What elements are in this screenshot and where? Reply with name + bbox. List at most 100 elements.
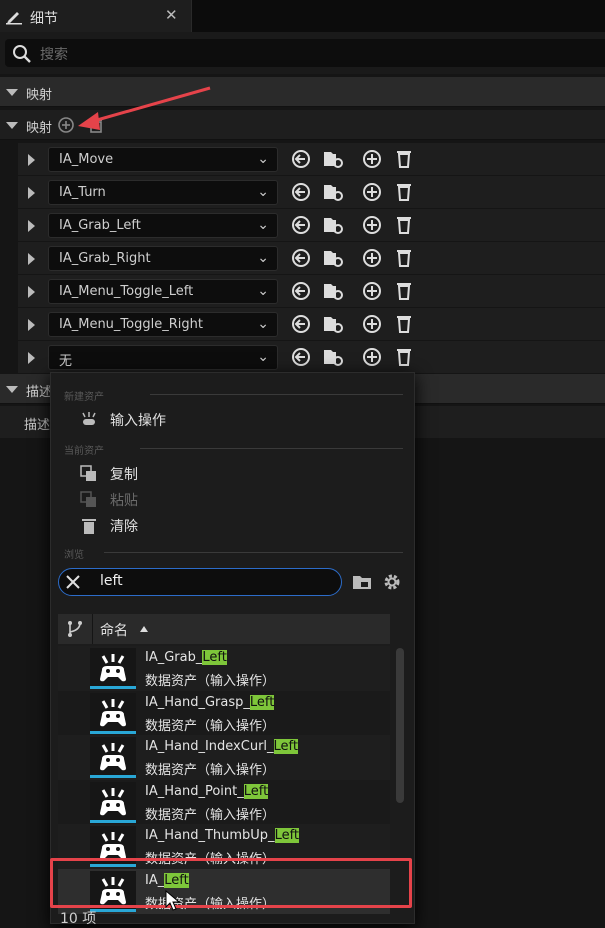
delete-icon[interactable] (393, 313, 415, 335)
chevron-down-icon: ⌄ (257, 316, 269, 332)
chevron-down-icon: ⌄ (257, 184, 269, 200)
delete-icon[interactable] (393, 148, 415, 170)
divider (92, 614, 93, 644)
asset-name-match: Left (202, 650, 227, 665)
browse-folder-icon[interactable] (322, 181, 344, 203)
scrollbar[interactable] (396, 648, 404, 803)
new-asset-header: 新建资产 (64, 392, 104, 403)
asset-list-item[interactable]: IA_Hand_Grasp_Left 数据资产（输入操作） (58, 690, 390, 736)
insert-icon[interactable] (361, 313, 383, 335)
browse-folder-icon[interactable] (322, 148, 344, 170)
folder-icon[interactable] (352, 573, 372, 591)
input-action-dropdown[interactable]: IA_Grab_Right ⌄ (48, 246, 278, 271)
expand-arrow-icon[interactable] (28, 187, 35, 199)
dropdown-value: IA_Menu_Toggle_Left (59, 284, 194, 299)
annotation-arrow (78, 86, 211, 130)
insert-icon[interactable] (361, 280, 383, 302)
search-input[interactable] (5, 39, 605, 67)
use-selected-icon[interactable] (290, 148, 312, 170)
new-input-action-item[interactable]: 输入操作 (60, 406, 400, 432)
browse-folder-icon[interactable] (322, 247, 344, 269)
insert-icon[interactable] (361, 346, 383, 368)
branch-icon[interactable] (66, 620, 84, 638)
insert-icon[interactable] (361, 214, 383, 236)
item-count: 10 项 (60, 911, 97, 927)
trash-icon (82, 519, 96, 534)
asset-list-item[interactable]: IA_Hand_Point_Left 数据资产（输入操作） (58, 779, 390, 825)
asset-name-prefix: IA_Hand_Grasp_ (145, 694, 250, 710)
gear-icon[interactable] (382, 572, 402, 592)
browse-folder-icon[interactable] (322, 280, 344, 302)
mapping-row: IA_Menu_Toggle_Right ⌄ (18, 308, 605, 341)
expand-arrow-icon[interactable] (28, 286, 35, 298)
paste-label: 粘贴 (110, 493, 138, 509)
expand-arrow-icon[interactable] (28, 220, 35, 232)
gamepad-icon (100, 743, 126, 771)
divider (150, 394, 403, 395)
input-action-dropdown[interactable]: IA_Move ⌄ (48, 147, 278, 172)
tab-title: 细节 (30, 11, 58, 27)
dropdown-value: 无 (59, 354, 73, 369)
delete-icon[interactable] (393, 346, 415, 368)
chevron-down-icon: ⌄ (257, 250, 269, 266)
asset-type: 数据资产（输入操作） (145, 718, 276, 734)
asset-name-prefix: IA_Hand_ThumbUp_ (145, 828, 275, 843)
delete-icon[interactable] (393, 214, 415, 236)
column-name-header[interactable]: 命名 (100, 620, 128, 640)
asset-type-bar (90, 730, 136, 734)
divider (104, 552, 403, 553)
browse-folder-icon[interactable] (322, 313, 344, 335)
asset-name: IA_Hand_IndexCurl_Left (145, 739, 298, 754)
use-selected-icon[interactable] (290, 313, 312, 335)
input-action-dropdown[interactable]: IA_Turn ⌄ (48, 180, 278, 205)
asset-name-match: Left (249, 694, 275, 710)
use-selected-icon[interactable] (290, 280, 312, 302)
expand-arrow-icon[interactable] (28, 253, 35, 265)
asset-type-bar (90, 908, 136, 912)
tab-details[interactable]: 细节 ✕ (0, 0, 192, 32)
gamepad-icon (100, 654, 126, 682)
asset-name: IA_Grab_Left (145, 650, 227, 665)
clear-item[interactable]: 清除 (60, 512, 400, 538)
use-selected-icon[interactable] (290, 247, 312, 269)
browse-folder-icon[interactable] (322, 214, 344, 236)
use-selected-icon[interactable] (290, 346, 312, 368)
dropdown-value: IA_Grab_Left (59, 218, 141, 233)
clear-label: 清除 (110, 519, 138, 535)
chevron-down-icon: ⌄ (257, 151, 269, 167)
dropdown-value: IA_Move (59, 152, 114, 167)
input-action-dropdown[interactable]: 无 ⌄ (48, 345, 278, 370)
browse-header: 浏览 (64, 550, 84, 561)
expand-arrow-icon[interactable] (28, 319, 35, 331)
section-description-label: 描述 (26, 385, 53, 400)
expand-arrow-icon[interactable] (28, 352, 35, 364)
gamepad-icon (100, 698, 126, 726)
insert-icon[interactable] (361, 181, 383, 203)
close-icon[interactable]: ✕ (165, 6, 178, 24)
mappings-label: 映射 (26, 121, 53, 136)
asset-name-prefix: IA_Hand_Point_ (145, 783, 244, 799)
mapping-row: IA_Turn ⌄ (18, 176, 605, 209)
insert-icon[interactable] (361, 148, 383, 170)
dropdown-value: IA_Grab_Right (59, 251, 151, 266)
input-action-dropdown[interactable]: IA_Menu_Toggle_Right ⌄ (48, 312, 278, 337)
use-selected-icon[interactable] (290, 181, 312, 203)
input-action-dropdown[interactable]: IA_Grab_Left ⌄ (48, 213, 278, 238)
insert-icon[interactable] (361, 247, 383, 269)
use-selected-icon[interactable] (290, 214, 312, 236)
copy-item[interactable]: 复制 (60, 460, 400, 486)
asset-name: IA_Hand_ThumbUp_Left (145, 828, 300, 843)
delete-icon[interactable] (393, 280, 415, 302)
input-action-dropdown[interactable]: IA_Menu_Toggle_Left ⌄ (48, 279, 278, 304)
expand-arrow-icon[interactable] (28, 154, 35, 166)
mapping-row: IA_Grab_Left ⌄ (18, 209, 605, 242)
asset-list-item[interactable]: IA_Hand_IndexCurl_Left 数据资产（输入操作） (58, 735, 390, 780)
asset-type-bar (90, 686, 136, 689)
delete-icon[interactable] (393, 247, 415, 269)
browse-folder-icon[interactable] (322, 346, 344, 368)
delete-icon[interactable] (393, 181, 415, 203)
new-input-action-label: 输入操作 (110, 413, 166, 429)
asset-list-item[interactable]: IA_Grab_Left 数据资产（输入操作） (58, 646, 390, 691)
copy-label: 复制 (110, 467, 138, 483)
clear-filter-icon[interactable] (64, 573, 82, 591)
